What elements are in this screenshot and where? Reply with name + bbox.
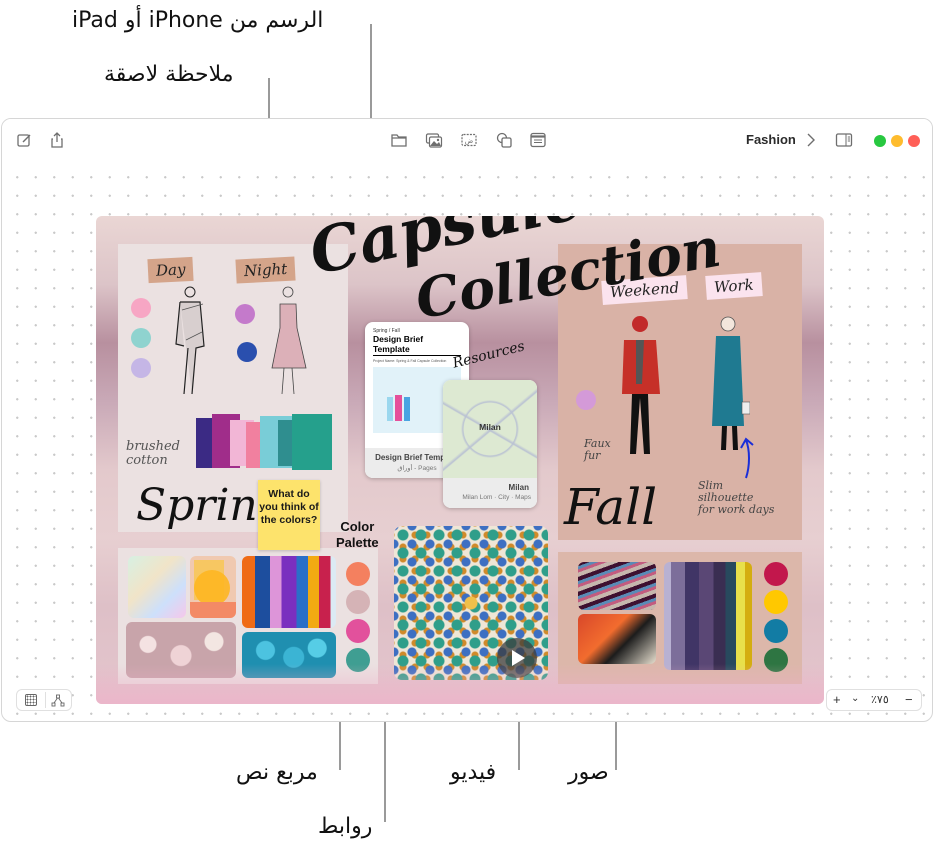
doc-heading: Design Brief Template: [373, 334, 461, 356]
photo-icon[interactable]: [425, 132, 443, 148]
photo-turquoise-beads[interactable]: [242, 632, 336, 678]
photo-roses[interactable]: [126, 622, 236, 678]
fall-palette-4: [764, 648, 788, 672]
spring-palette-2: [346, 590, 370, 614]
freeform-window: ض Fashion Day Night brushed cotton Sprin…: [1, 118, 933, 722]
spring-photos-panel: [118, 548, 378, 684]
spring-palette-3: [346, 619, 370, 643]
photo-watercolor[interactable]: [128, 556, 186, 618]
map-card-footer: Milan Milan Lom · City · Maps: [443, 478, 537, 508]
swatch-weekend: [576, 390, 596, 410]
annotation-brushed-cotton: brushed cotton: [126, 439, 180, 468]
shapes-icon[interactable]: [495, 132, 513, 148]
blue-arrow: [740, 437, 754, 479]
callout-text-box: مربع نص: [236, 760, 318, 785]
view-controls: [16, 689, 72, 711]
annotation-faux-fur: Faux fur: [584, 437, 611, 462]
sticky-note-icon[interactable]: [529, 132, 547, 148]
swatch-night-2: [237, 342, 257, 362]
share-icon[interactable]: [48, 132, 66, 148]
photo-fabric-rolls[interactable]: [242, 556, 336, 628]
tag-day: Day: [147, 256, 195, 284]
photo-striped-fabric[interactable]: [664, 562, 752, 670]
photo-shapes[interactable]: [190, 556, 236, 618]
swatch-day-3: [131, 358, 151, 378]
divider: [45, 692, 46, 708]
sticky-note[interactable]: What do you think of the colors?: [258, 480, 320, 550]
figure-day-sketch: [175, 286, 205, 395]
zoom-window-button[interactable]: [874, 135, 886, 147]
video-tile-mosaic[interactable]: [394, 526, 548, 680]
fall-palette-3: [764, 619, 788, 643]
moodboard-image[interactable]: Day Night brushed cotton Spring Weekend …: [96, 216, 824, 704]
callout-drawing: الرسم من iPhone أو iPad: [72, 8, 324, 33]
chevron-right-icon[interactable]: [805, 132, 817, 148]
annotation-slim-silhouette: Slim silhouette for work days: [698, 479, 775, 516]
zoom-level[interactable]: ٪٧٥: [871, 692, 889, 708]
play-button[interactable]: [497, 638, 537, 678]
callout-photos: صور: [568, 760, 609, 785]
board-title: Fashion: [746, 132, 796, 147]
compose-icon[interactable]: [16, 132, 34, 148]
fall-palette-2: [764, 590, 788, 614]
svg-text:ض: ض: [465, 137, 473, 145]
zoom-controls: + ⌄ ٪٧٥ −: [826, 689, 922, 711]
zoom-out-button[interactable]: −: [905, 692, 913, 708]
spring-palette-4: [346, 648, 370, 672]
close-window-button[interactable]: [908, 135, 920, 147]
callout-links: روابط: [318, 814, 373, 839]
figure-weekend: [622, 316, 660, 454]
swatch-night-1: [235, 304, 255, 324]
fabric-swatches: [196, 414, 336, 470]
swatch-day-1: [131, 298, 151, 318]
toolbar: ض Fashion: [2, 119, 932, 163]
callout-sticky-note: ملاحظة لاصقة: [104, 62, 234, 87]
swatch-day-2: [131, 328, 151, 348]
figure-night-sketch: [271, 286, 307, 395]
season-fall: Fall: [564, 478, 658, 536]
folder-icon[interactable]: [390, 132, 408, 148]
spring-palette-1: [346, 562, 370, 586]
zoom-in-button[interactable]: +: [833, 692, 841, 708]
connectors-icon[interactable]: [51, 693, 65, 707]
minimize-window-button[interactable]: [891, 135, 903, 147]
photo-weaving[interactable]: [578, 614, 656, 664]
sidebar-icon[interactable]: [835, 132, 853, 148]
fall-photos-panel: [558, 552, 802, 684]
grid-icon[interactable]: [25, 694, 37, 706]
photo-chevron-knit[interactable]: [578, 562, 656, 610]
link-milan-map[interactable]: Milan Milan Milan Lom · City · Maps: [443, 380, 537, 508]
map-preview: Milan: [443, 380, 537, 478]
doc-project: Project Name: Spring & Fall Capsule Coll…: [373, 359, 447, 363]
zoom-menu-button[interactable]: ⌄: [851, 691, 859, 707]
text-box-icon[interactable]: ض: [460, 132, 478, 148]
callout-video: فيديو: [450, 760, 497, 785]
tag-night: Night: [235, 256, 296, 284]
color-palette-text-box[interactable]: Color Palette: [336, 519, 379, 551]
fall-palette-1: [764, 562, 788, 586]
